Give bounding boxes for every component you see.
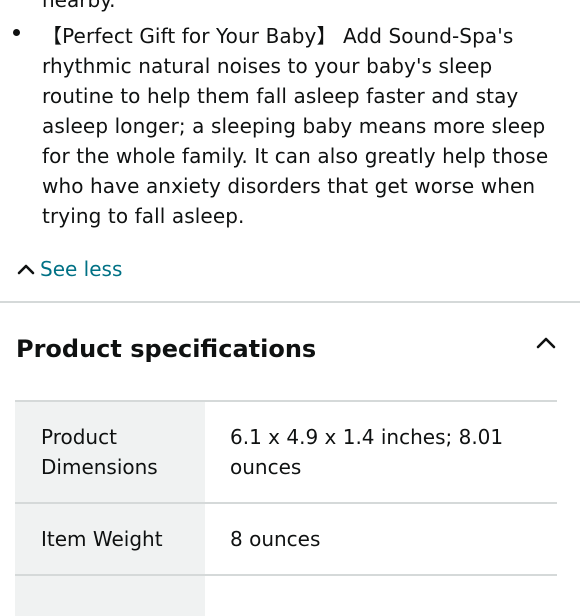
product-specifications-header[interactable]: Product specifications (0, 320, 580, 380)
see-less-link[interactable]: See less (16, 254, 122, 284)
chevron-up-icon (17, 264, 35, 275)
see-less-label: See less (40, 257, 123, 281)
previous-bullet-tail: nearby. (42, 0, 116, 12)
spec-key: Item Weight (15, 503, 205, 575)
spec-key: Product Dimensions (15, 401, 205, 503)
section-divider (0, 301, 580, 303)
spec-key (15, 575, 205, 616)
spec-value (205, 575, 557, 616)
spec-value: 6.1 x 4.9 x 1.4 inches; 8.01 ounces (230, 425, 504, 479)
spec-table: Product Dimensions 6.1 x 4.9 x 1.4 inche… (15, 400, 557, 616)
spec-value: 8 ounces (230, 527, 321, 551)
table-row: Product Dimensions 6.1 x 4.9 x 1.4 inche… (15, 401, 557, 503)
chevron-up-icon[interactable] (535, 334, 557, 352)
section-title: Product specifications (16, 335, 317, 363)
table-row: Item Weight 8 ounces (15, 503, 557, 575)
table-row (15, 575, 557, 616)
bullet-dot-icon (13, 29, 20, 36)
bullet-text: 【Perfect Gift for Your Baby】 Add Sound-S… (42, 24, 549, 228)
